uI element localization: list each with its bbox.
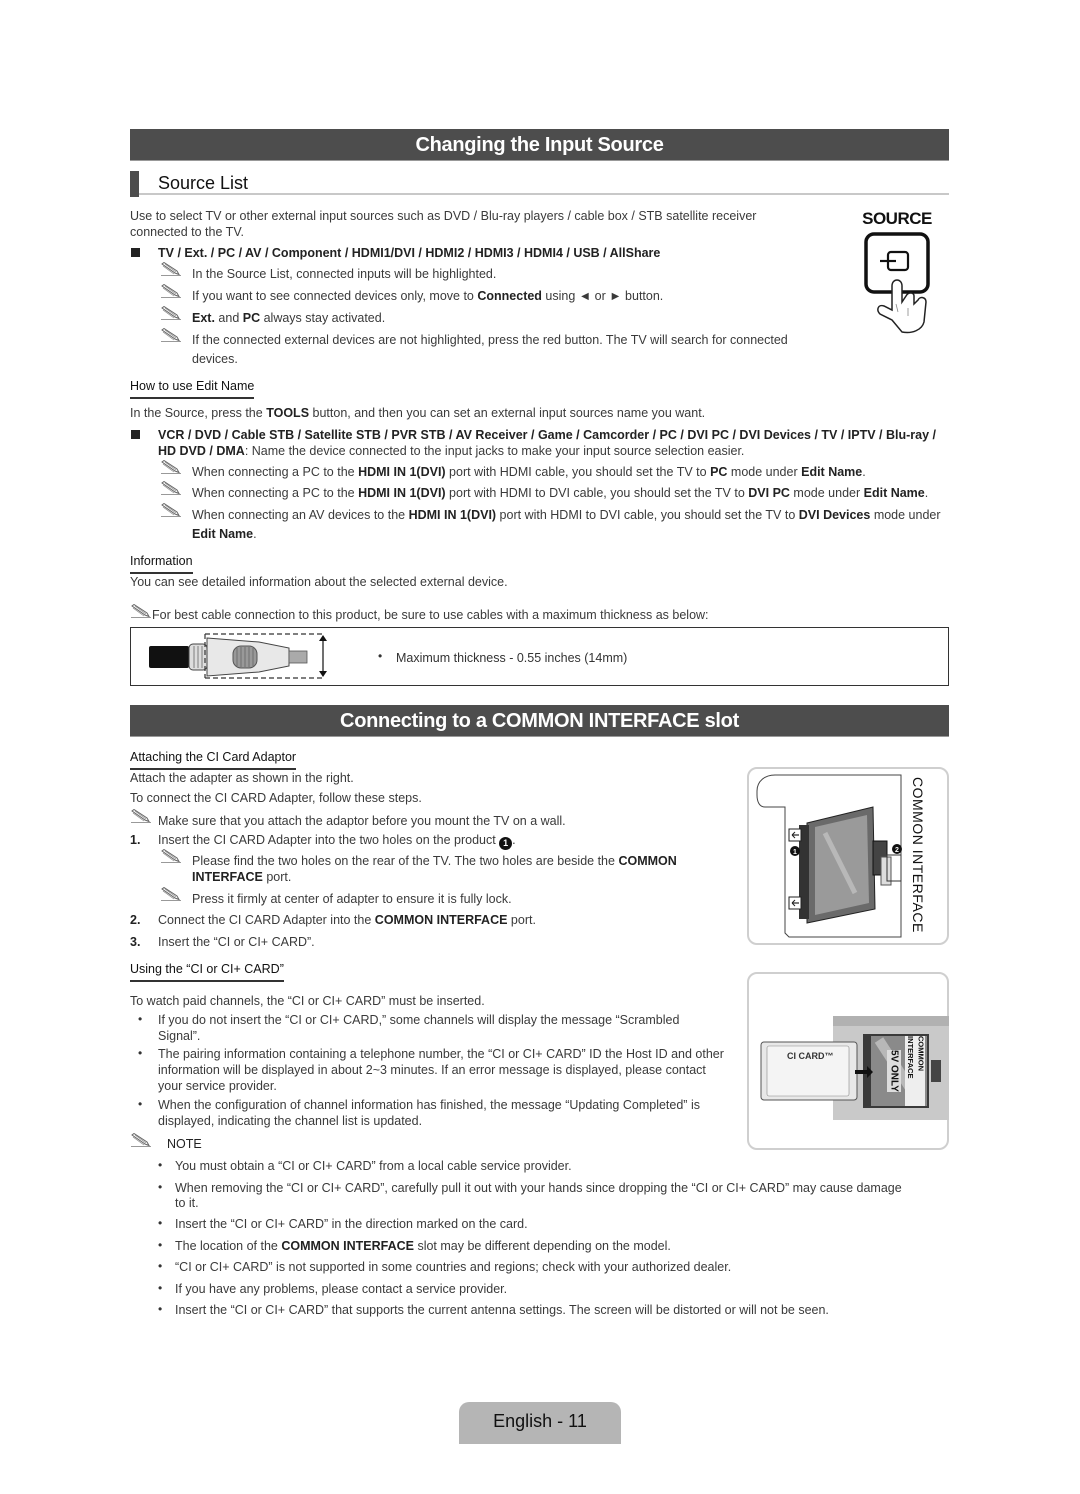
pencil-note-icon bbox=[160, 887, 182, 901]
source-button-hand-icon bbox=[864, 232, 930, 334]
common-interface-label: COMMON INTERFACE bbox=[910, 777, 926, 933]
heading-information: Information bbox=[130, 553, 193, 574]
subsection-marker bbox=[130, 171, 139, 197]
dot-bullet-icon: • bbox=[138, 1097, 143, 1111]
cable-max-thickness: Maximum thickness - 0.55 inches (14mm) bbox=[396, 651, 628, 665]
note-item: When removing the “CI or CI+ CARD”, care… bbox=[175, 1181, 902, 1195]
ci-adapter-illustration: 1 2 bbox=[756, 774, 902, 938]
heading-attaching-adaptor: Attaching the CI Card Adaptor bbox=[130, 749, 297, 770]
step-number: 2. bbox=[130, 913, 141, 927]
pencil-note-icon bbox=[160, 460, 182, 474]
dot-bullet-icon: • bbox=[378, 649, 383, 663]
heading-edit-name: How to use Edit Name bbox=[130, 378, 255, 399]
step-number: 1. bbox=[130, 833, 141, 847]
using-bullet-2-line2: information will be displayed in about 2… bbox=[158, 1063, 706, 1077]
dot-bullet-icon: • bbox=[158, 1216, 163, 1230]
step-number: 3. bbox=[130, 935, 141, 949]
device-names-line2: HD DVD / DMA: Name the device connected … bbox=[158, 444, 745, 458]
svg-text:2: 2 bbox=[895, 847, 899, 854]
square-bullet-icon bbox=[131, 248, 140, 257]
edit-note-dvi-devices-line1: When connecting an AV devices to the HDM… bbox=[192, 508, 941, 522]
note-item: Insert the “CI or CI+ CARD” that support… bbox=[175, 1303, 829, 1317]
ci-card-label: CI CARD™ bbox=[787, 1051, 834, 1061]
pencil-note-icon bbox=[160, 328, 182, 342]
note-red-button-line2: devices. bbox=[192, 352, 238, 366]
intro-text-line1: Use to select TV or other external input… bbox=[130, 209, 757, 223]
step-2-text: Connect the CI CARD Adapter into the COM… bbox=[158, 913, 536, 927]
note-connected: If you want to see connected devices onl… bbox=[192, 289, 664, 303]
step1-note-press: Press it firmly at center of adapter to … bbox=[192, 892, 512, 906]
dot-bullet-icon: • bbox=[158, 1259, 163, 1273]
pencil-note-icon bbox=[130, 809, 152, 823]
using-intro: To watch paid channels, the “CI or CI+ C… bbox=[130, 994, 485, 1008]
note-item-cont: to it. bbox=[175, 1196, 199, 1210]
marker-1: 1 bbox=[499, 837, 513, 850]
edit-note-dvi-devices-line2: Edit Name. bbox=[192, 527, 257, 541]
cable-note: For best cable connection to this produc… bbox=[152, 608, 709, 622]
attach-line1: Attach the adapter as shown in the right… bbox=[130, 771, 354, 785]
dot-bullet-icon: • bbox=[138, 1012, 143, 1026]
note-item: You must obtain a “CI or CI+ CARD” from … bbox=[175, 1159, 572, 1173]
pencil-note-icon bbox=[160, 503, 182, 517]
step-3-text: Insert the “CI or CI+ CARD”. bbox=[158, 935, 315, 949]
using-bullet-2-line3: your service provider. bbox=[158, 1079, 277, 1093]
subsection-title: Source List bbox=[158, 173, 249, 193]
section-title-common-interface: Connecting to a COMMON INTERFACE slot bbox=[130, 705, 949, 737]
pencil-note-icon bbox=[160, 849, 182, 863]
subsection-source-list: Source List bbox=[130, 171, 949, 197]
pencil-note-icon bbox=[160, 306, 182, 320]
dot-bullet-icon: • bbox=[158, 1302, 163, 1316]
pencil-note-icon bbox=[160, 481, 182, 495]
pencil-note-icon bbox=[130, 604, 152, 618]
intro-text-line2: connected to the TV. bbox=[130, 225, 244, 239]
dot-bullet-icon: • bbox=[158, 1238, 163, 1252]
note-item: The location of the COMMON INTERFACE slo… bbox=[175, 1239, 671, 1253]
device-names-line1: VCR / DVD / Cable STB / Satellite STB / … bbox=[158, 428, 937, 442]
square-bullet-icon bbox=[131, 430, 140, 439]
page-number-tab: English - 11 bbox=[459, 1402, 621, 1444]
source-list-items: TV / Ext. / PC / AV / Component / HDMI1/… bbox=[158, 246, 661, 260]
heading-using-ci-card: Using the “CI or CI+ CARD” bbox=[130, 961, 284, 982]
cable-thickness-box: • Maximum thickness - 0.55 inches (14mm) bbox=[130, 627, 949, 686]
dot-bullet-icon: • bbox=[158, 1281, 163, 1295]
dot-bullet-icon: • bbox=[158, 1158, 163, 1172]
note-always-active: Ext. and PC always stay activated. bbox=[192, 311, 386, 325]
note-item: If you have any problems, please contact… bbox=[175, 1282, 508, 1296]
note-item: Insert the “CI or CI+ CARD” in the direc… bbox=[175, 1217, 528, 1231]
using-bullet-3-line2: displayed, indicating the channel list i… bbox=[158, 1114, 423, 1128]
using-bullet-1-line1: If you do not insert the “CI or CI+ CARD… bbox=[158, 1013, 680, 1027]
cable-connector-icon bbox=[149, 633, 327, 679]
attach-line2: To connect the CI CARD Adapter, follow t… bbox=[130, 791, 422, 805]
step1-note-holes-line1: Please find the two holes on the rear of… bbox=[192, 854, 677, 868]
using-bullet-3-line1: When the configuration of channel inform… bbox=[158, 1098, 700, 1112]
ci-card-figure: CI CARD™ COMMON INTERFACE 5V ONLY bbox=[747, 972, 949, 1150]
note-item: “CI or CI+ CARD” is not supported in som… bbox=[175, 1260, 732, 1274]
source-button-label: SOURCE bbox=[862, 209, 932, 228]
pencil-note-icon bbox=[160, 262, 182, 276]
note-red-button-line1: If the connected external devices are no… bbox=[192, 333, 788, 347]
pencil-note-icon bbox=[160, 284, 182, 298]
section-title-input-source: Changing the Input Source bbox=[130, 129, 949, 161]
slot-label-5v-only: 5V ONLY bbox=[887, 1050, 901, 1092]
using-bullet-1-line2: Signal”. bbox=[158, 1029, 201, 1043]
note-highlighted: In the Source List, connected inputs wil… bbox=[192, 267, 497, 281]
slot-label-common-interface: COMMON INTERFACE bbox=[905, 1036, 926, 1106]
dot-bullet-icon: • bbox=[158, 1180, 163, 1194]
step1-note-holes-line2: INTERFACE port. bbox=[192, 870, 292, 884]
note-heading: NOTE bbox=[167, 1137, 202, 1151]
edit-note-pc: When connecting a PC to the HDMI IN 1(DV… bbox=[192, 465, 866, 479]
using-bullet-2-line1: The pairing information containing a tel… bbox=[158, 1047, 724, 1061]
step-1-text: Insert the CI CARD Adapter into the two … bbox=[158, 833, 516, 850]
ci-adapter-figure: 1 2 COMMON INTERFACE bbox=[747, 767, 949, 945]
pencil-note-icon bbox=[130, 1133, 152, 1147]
edit-note-dvi-pc: When connecting a PC to the HDMI IN 1(DV… bbox=[192, 486, 929, 500]
information-text: You can see detailed information about t… bbox=[130, 575, 508, 589]
note-wall-mount: Make sure that you attach the adaptor be… bbox=[158, 814, 566, 828]
svg-text:1: 1 bbox=[793, 849, 797, 856]
edit-name-intro: In the Source, press the TOOLS button, a… bbox=[130, 406, 706, 420]
dot-bullet-icon: • bbox=[138, 1046, 143, 1060]
